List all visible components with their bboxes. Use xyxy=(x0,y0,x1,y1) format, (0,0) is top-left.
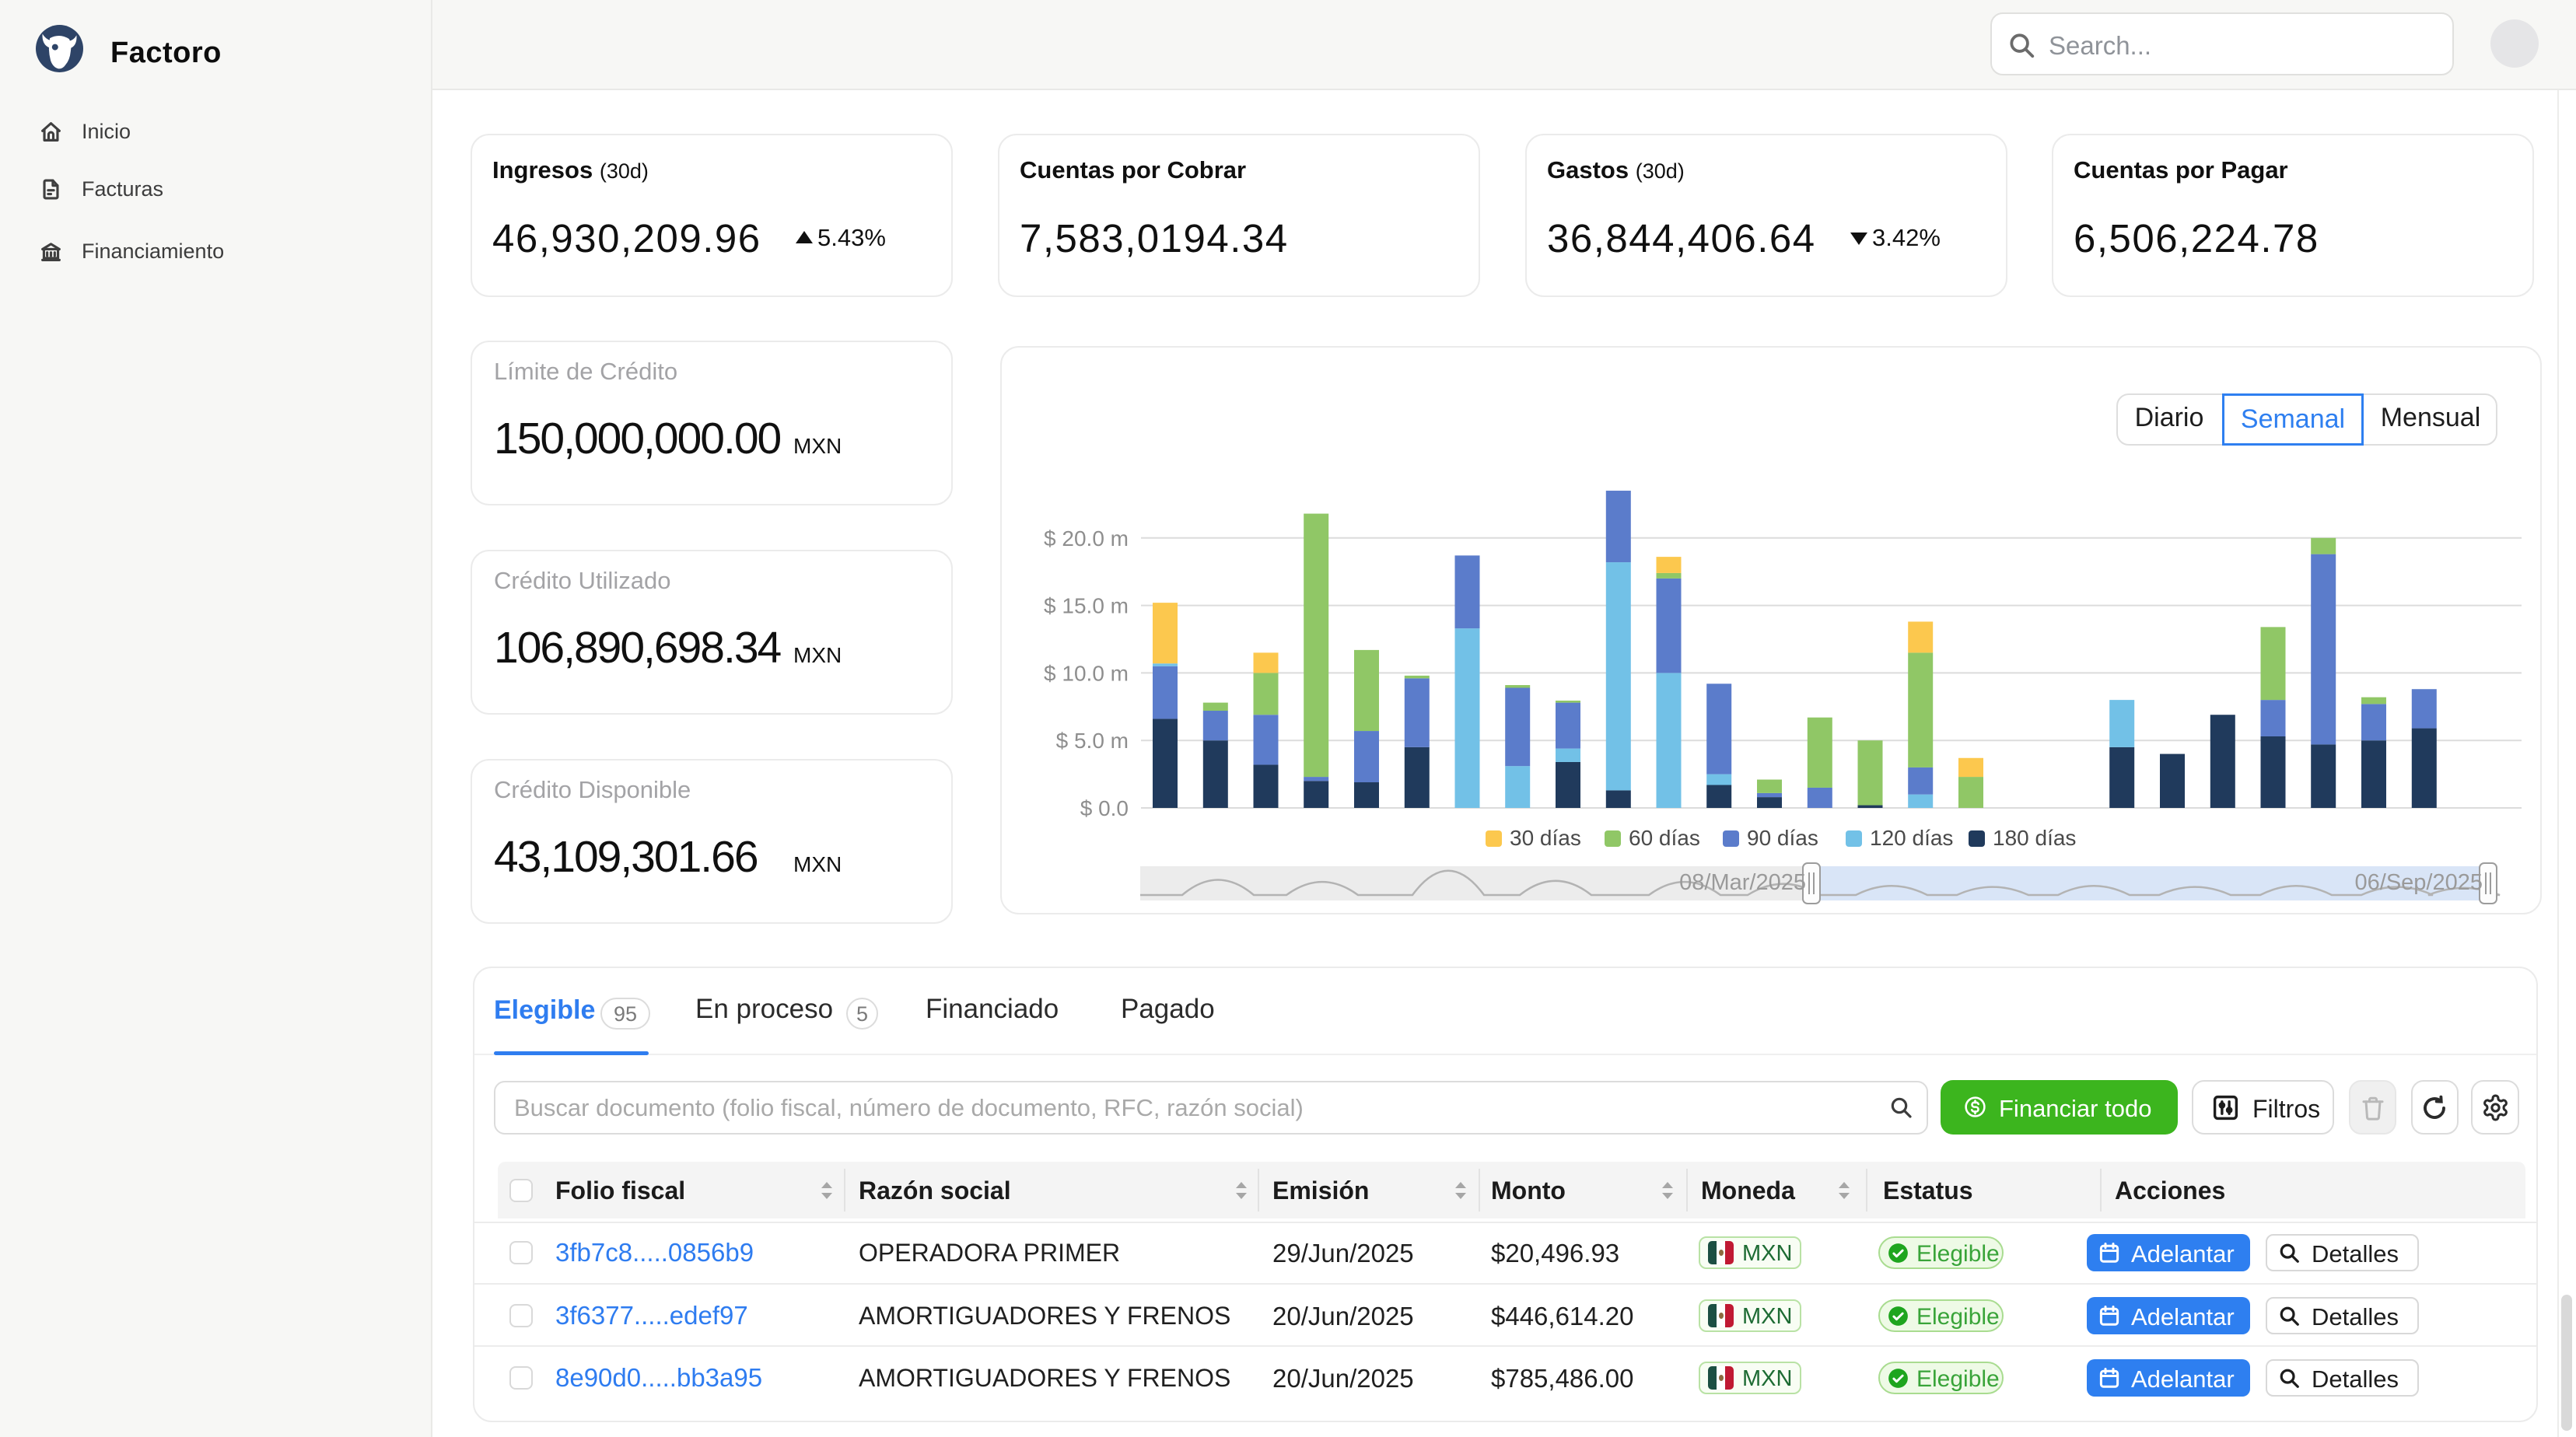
svg-text:06/Sep/2025: 06/Sep/2025 xyxy=(2355,870,2483,895)
svg-text:180 días: 180 días xyxy=(1993,826,2076,850)
svg-text:$ 20.0 m: $ 20.0 m xyxy=(1044,526,1129,551)
svg-text:120 días: 120 días xyxy=(1870,826,1953,850)
svg-text:$ 15.0 m: $ 15.0 m xyxy=(1044,594,1129,618)
svg-text:30 días: 30 días xyxy=(1510,826,1581,850)
svg-text:$ 10.0 m: $ 10.0 m xyxy=(1044,661,1129,685)
svg-text:$ 5.0 m: $ 5.0 m xyxy=(1056,729,1129,753)
svg-text:90 días: 90 días xyxy=(1747,826,1818,850)
svg-text:60 días: 60 días xyxy=(1629,826,1700,850)
svg-text:08/Mar/2025: 08/Mar/2025 xyxy=(1679,870,1806,895)
svg-text:$ 0.0: $ 0.0 xyxy=(1080,796,1129,820)
